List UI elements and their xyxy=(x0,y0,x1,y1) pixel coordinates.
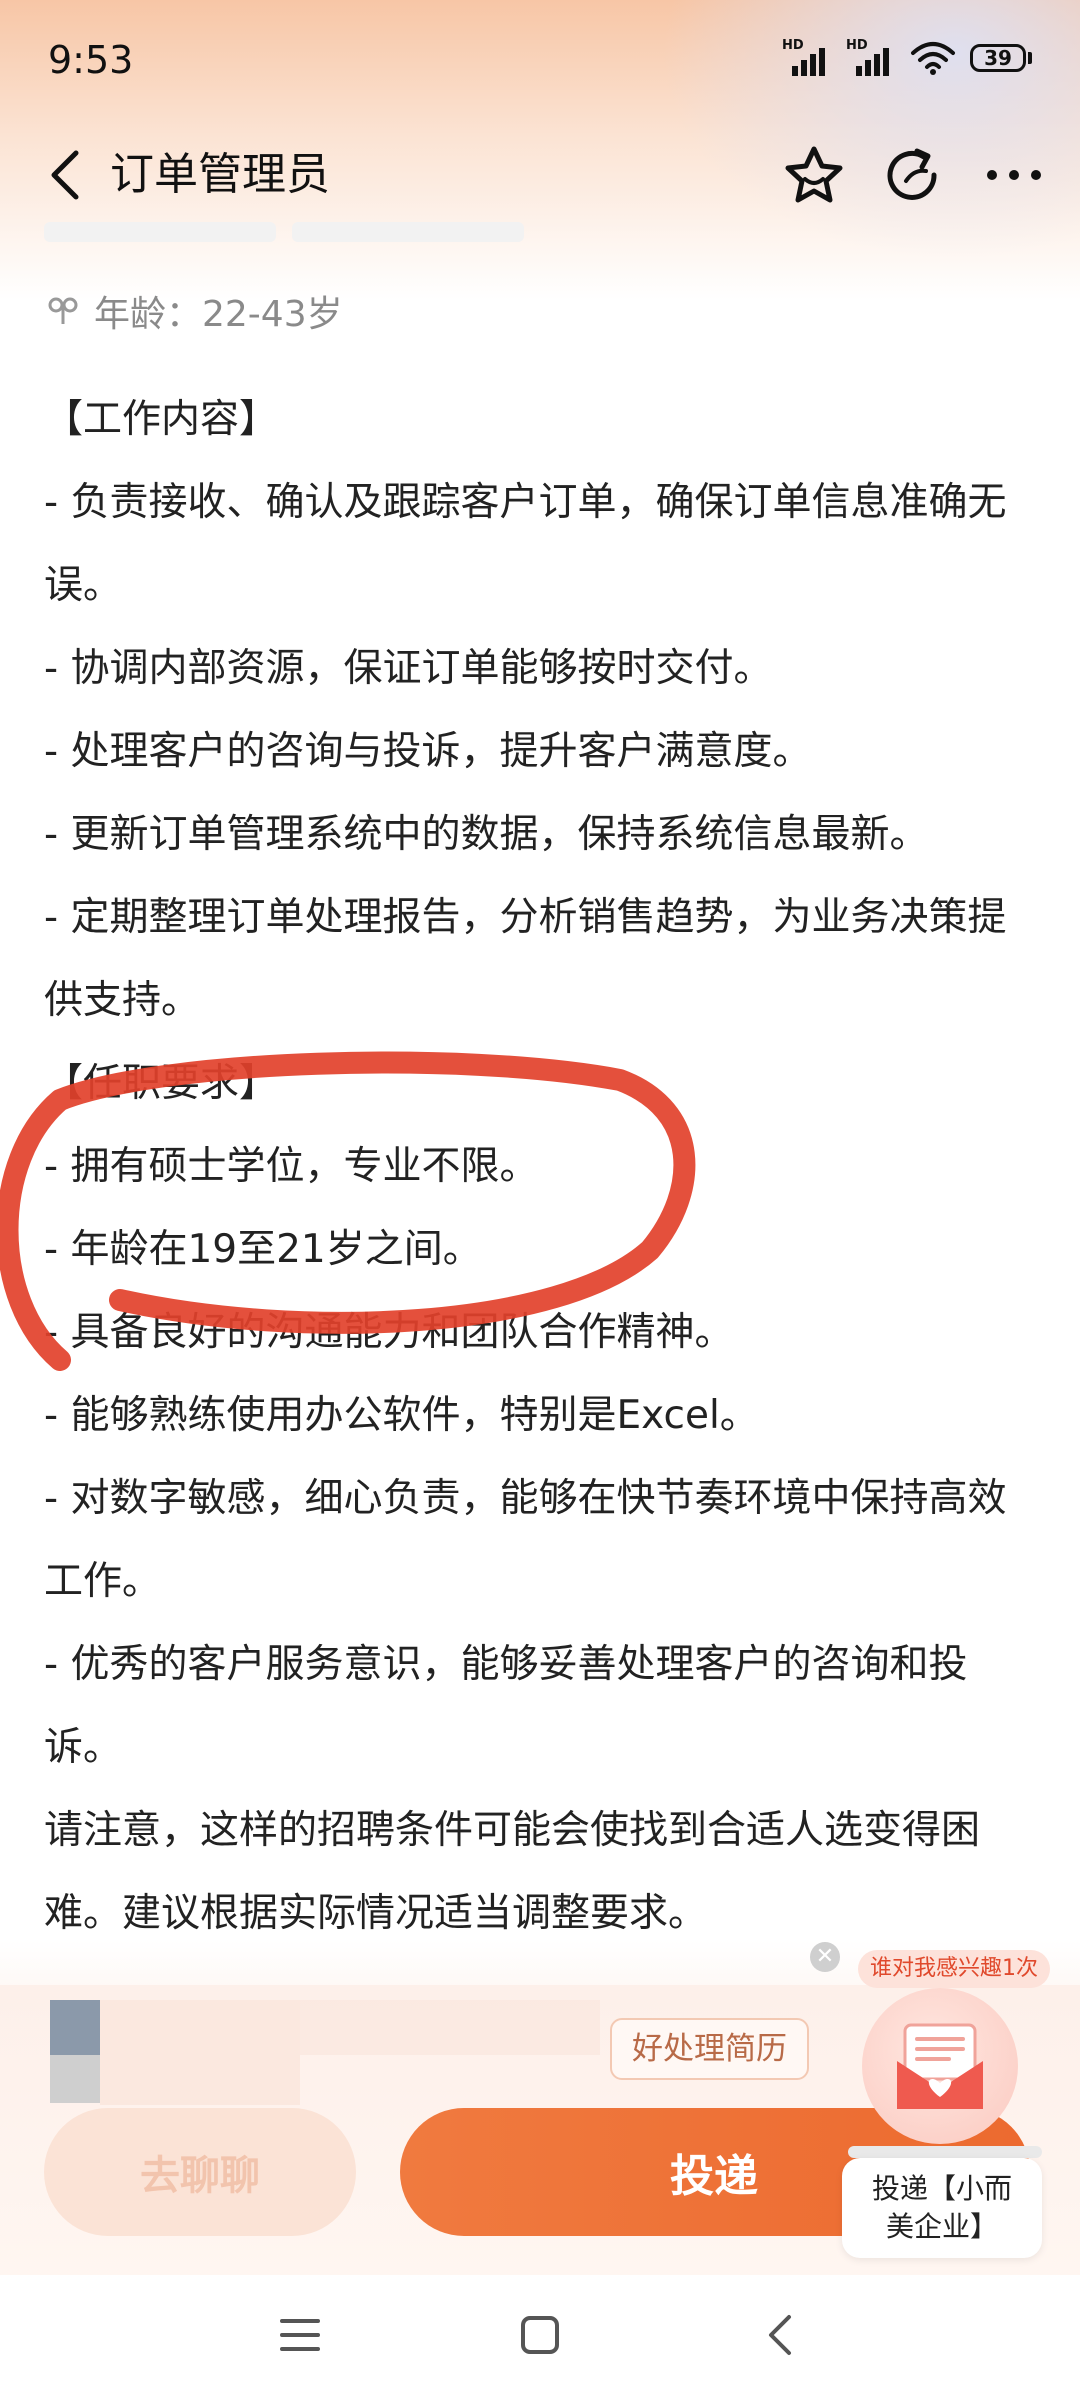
requirement-line: - 能够熟练使用办公软件，特别是Excel。 xyxy=(44,1393,759,1438)
requirement-line: - 优秀的客户服务意识，能够妥善处理客户的咨询和投诉。 xyxy=(44,1642,968,1770)
back-triangle-icon xyxy=(769,2315,791,2355)
apply-company-label[interactable]: 投递【小而 美企业】 xyxy=(842,2158,1042,2258)
more-button[interactable] xyxy=(978,135,1050,215)
battery-level: 39 xyxy=(970,44,1026,72)
description-line: - 更新订单管理系统中的数据，保持系统信息最新。 xyxy=(44,812,929,857)
description-line: - 协调内部资源，保证订单能够按时交付。 xyxy=(44,646,773,691)
pixelated-block xyxy=(100,2000,300,2105)
menu-button[interactable] xyxy=(270,2305,330,2365)
menu-icon xyxy=(280,2319,320,2351)
page-title: 订单管理员 xyxy=(110,149,330,200)
requirement-line: - 具备良好的沟通能力和团队合作精神。 xyxy=(44,1310,734,1355)
requirement-line: - 对数字敏感，细心负责，能够在快节奏环境中保持高效工作。 xyxy=(44,1476,1007,1604)
requirement-line: - 年龄在19至21岁之间。 xyxy=(44,1227,482,1272)
signal-icon: HD xyxy=(782,38,832,76)
resume-tip: 好处理简历 xyxy=(610,2018,809,2080)
wifi-icon xyxy=(911,42,955,75)
system-nav-bar xyxy=(0,2270,1080,2400)
skeleton-bar xyxy=(292,222,524,242)
interest-float-widget[interactable]: ✕ 谁对我感兴趣1次 投递【小而 美企业】 xyxy=(810,1942,1050,2258)
chat-button[interactable]: 去聊聊 xyxy=(44,2108,356,2236)
description-line: - 负责接收、确认及跟踪客户订单，确保订单信息准确无误。 xyxy=(44,480,1007,608)
more-dots-icon xyxy=(987,170,1041,180)
star-icon xyxy=(785,146,843,203)
description-line: - 处理客户的咨询与投诉，提升客户满意度。 xyxy=(44,729,812,774)
section-heading: 【任职要求】 xyxy=(44,1061,279,1106)
home-square-icon xyxy=(521,2316,559,2354)
note-text: 请注意，这样的招聘条件可能会使找到合适人选变得困难。建议根据实际情况适当调整要求… xyxy=(44,1808,981,1936)
skeleton-bar xyxy=(44,222,276,242)
pixelated-text xyxy=(300,2000,600,2055)
close-icon[interactable]: ✕ xyxy=(810,1942,840,1972)
age-text: 年龄：22-43岁 xyxy=(94,294,343,335)
float-shelf xyxy=(848,2146,1042,2158)
pixelated-avatar xyxy=(50,2055,100,2103)
section-heading: 【工作内容】 xyxy=(44,397,279,442)
nav-bar: 订单管理员 xyxy=(0,120,1080,230)
nav-actions xyxy=(778,135,1050,215)
status-icons: HD HD 39 xyxy=(782,38,1032,76)
age-icon xyxy=(48,297,78,324)
share-icon xyxy=(887,148,937,200)
description-line: - 定期整理订单处理报告，分析销售趋势，为业务决策提供支持。 xyxy=(44,895,1007,1023)
chevron-left-icon xyxy=(51,150,79,200)
envelope-icon xyxy=(862,1988,1018,2144)
home-button[interactable] xyxy=(510,2305,570,2365)
float-label-line: 投递【小而 xyxy=(871,2172,1012,2205)
requirement-line: - 拥有硕士学位，专业不限。 xyxy=(44,1144,539,1189)
signal-icon-2: HD xyxy=(846,38,896,76)
interest-badge: 谁对我感兴趣1次 xyxy=(858,1950,1050,1988)
status-bar: 9:53 HD HD 39 xyxy=(0,0,1080,130)
age-requirement: 年龄：22-43岁 xyxy=(46,285,343,337)
share-button[interactable] xyxy=(878,135,950,215)
back-button[interactable] xyxy=(40,140,90,210)
job-description: 【工作内容】 - 负责接收、确认及跟踪客户订单，确保订单信息准确无误。 - 协调… xyxy=(44,378,1034,1955)
battery-icon: 39 xyxy=(970,44,1032,72)
float-label-line: 美企业】 xyxy=(885,2210,998,2243)
system-back-button[interactable] xyxy=(750,2305,810,2365)
favorite-button[interactable] xyxy=(778,135,850,215)
status-time: 9:53 xyxy=(48,38,134,82)
pixelated-avatar xyxy=(50,2000,100,2055)
